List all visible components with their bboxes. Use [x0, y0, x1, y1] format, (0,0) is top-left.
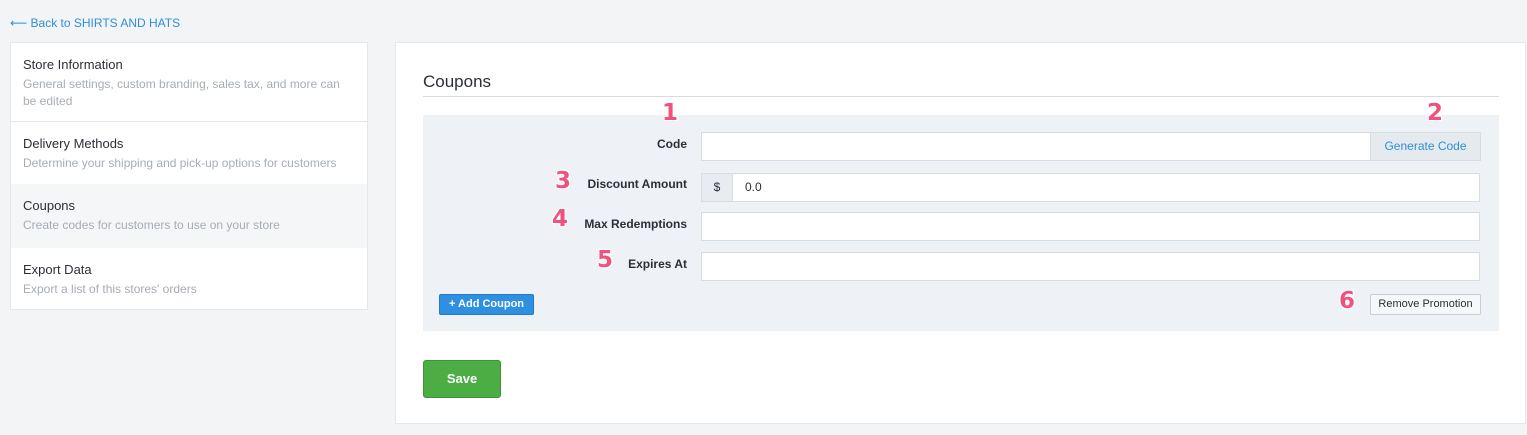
discount-amount-label: Discount Amount: [587, 177, 687, 191]
sidebar-item-description: Determine your shipping and pick-up opti…: [23, 156, 337, 170]
max-redemptions-input[interactable]: [701, 212, 1480, 241]
annotation-badge-2: 2: [1427, 100, 1444, 126]
annotation-badge-4: 4: [552, 206, 569, 232]
settings-sidebar: Store Information General settings, cust…: [10, 42, 368, 310]
annotation-badge-3: 3: [555, 168, 572, 194]
coupons-panel: Coupons Code Generate Code Discount Amou…: [395, 42, 1526, 424]
code-input[interactable]: [701, 132, 1371, 161]
expires-at-label: Expires At: [628, 257, 687, 271]
annotation-badge-5: 5: [597, 247, 614, 273]
title-divider: [423, 96, 1499, 97]
generate-code-button[interactable]: Generate Code: [1370, 132, 1481, 161]
remove-promotion-button[interactable]: Remove Promotion: [1370, 294, 1481, 315]
sidebar-item-description: General settings, custom branding, sales…: [23, 77, 340, 108]
add-coupon-button[interactable]: + Add Coupon: [439, 294, 534, 315]
sidebar-item-delivery-methods[interactable]: Delivery Methods Determine your shipping…: [11, 122, 367, 184]
max-redemptions-label: Max Redemptions: [584, 217, 687, 231]
save-button[interactable]: Save: [423, 360, 501, 398]
sidebar-item-title: Export Data: [23, 262, 92, 277]
sidebar-item-coupons[interactable]: Coupons Create codes for customers to us…: [11, 184, 367, 248]
annotation-badge-1: 1: [662, 100, 679, 126]
sidebar-item-store-information[interactable]: Store Information General settings, cust…: [11, 43, 367, 122]
back-link[interactable]: ⟵ Back to SHIRTS AND HATS: [10, 16, 180, 30]
expires-at-input[interactable]: [701, 252, 1480, 281]
sidebar-item-description: Create codes for customers to use on you…: [23, 218, 280, 232]
page-title: Coupons: [423, 72, 492, 91]
sidebar-item-title: Store Information: [23, 57, 123, 72]
coupon-form: Code Generate Code Discount Amount $ 0.0…: [423, 115, 1499, 331]
sidebar-item-title: Delivery Methods: [23, 136, 124, 151]
discount-amount-input[interactable]: 0.0: [732, 173, 1480, 202]
sidebar-item-export-data[interactable]: Export Data Export a list of this stores…: [11, 248, 367, 310]
code-label: Code: [657, 137, 687, 151]
annotation-badge-6: 6: [1339, 288, 1356, 314]
currency-prefix: $: [701, 173, 733, 202]
sidebar-item-title: Coupons: [23, 198, 76, 213]
sidebar-item-description: Export a list of this stores' orders: [23, 282, 197, 296]
